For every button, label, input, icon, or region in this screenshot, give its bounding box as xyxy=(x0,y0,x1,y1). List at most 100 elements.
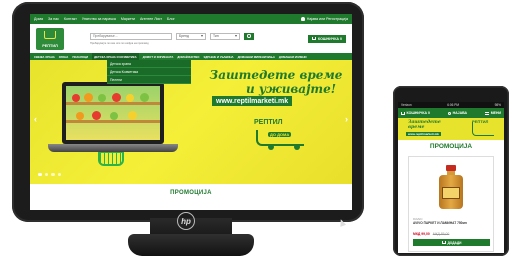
carousel-dot[interactable] xyxy=(57,172,61,176)
hero-banner[interactable]: Детска храна Детска Козметика Пелени Заш… xyxy=(30,60,352,184)
nav-item-other[interactable]: ДОМАШНИ ИЗЛЕНИ xyxy=(279,55,307,59)
mobile-cart-label: КОШНИЧКА 0 xyxy=(406,111,430,115)
search-hint: Пребарувајте по име или по шифра на прои… xyxy=(90,41,149,45)
cart-wheel xyxy=(268,144,274,150)
search-icon xyxy=(247,34,251,38)
type-select[interactable]: Тип xyxy=(210,32,240,40)
produce xyxy=(72,94,80,102)
hp-logo-icon: hp xyxy=(177,212,195,230)
hero-url: www.reptilmarketi.mk xyxy=(212,96,293,106)
nav-item-pets[interactable]: ДОМАШНИ МИЛЕНИЧИЊА xyxy=(238,55,275,59)
topbar-link-blog[interactable]: Блог xyxy=(167,17,175,21)
logo-cart-icon xyxy=(44,30,56,39)
promo-title: ПРОМОЦИЈА xyxy=(170,190,212,196)
monitor-stand-base xyxy=(128,234,254,256)
product-card[interactable]: RAVEN AVIVO ПАРКЕТ И ЛАМИНАТ 750мл МКД 9… xyxy=(408,156,494,252)
desktop-monitor: Дома За нас Контакт Упатство за нарачка … xyxy=(12,2,364,222)
nav-item-food[interactable]: ХРАНА xyxy=(59,55,69,59)
site-logo[interactable]: РЕПТИЛ xyxy=(36,27,64,50)
bottle-label xyxy=(442,187,460,199)
shopping-basket-icon xyxy=(98,152,124,166)
top-bar: Дома За нас Контакт Упатство за нарачка … xyxy=(30,14,352,24)
price-old: МКД 85,00 xyxy=(432,232,450,236)
topbar-link-flyer[interactable]: Агентен Лист xyxy=(140,17,162,21)
cart-icon xyxy=(441,241,446,244)
topbar-link-contact[interactable]: Контакт xyxy=(64,17,77,21)
carousel-dot[interactable] xyxy=(38,172,42,176)
chevron-down-icon xyxy=(235,35,237,37)
produce xyxy=(126,94,134,102)
promo-section: ПРОМОЦИЈА xyxy=(30,184,352,210)
dropdown-item-diapers[interactable]: Пелени xyxy=(107,76,191,84)
carousel-dots xyxy=(38,172,61,176)
carrier-label: Verizon xyxy=(401,103,412,107)
brand-select-label: Бренд xyxy=(179,34,189,38)
hamburger-icon xyxy=(485,111,490,115)
produce xyxy=(98,94,106,102)
carousel-next-arrow-icon[interactable]: › xyxy=(345,114,348,124)
nav-item-household[interactable]: ДОМАЌИНСТВО xyxy=(177,55,199,59)
topbar-link-order-guide[interactable]: Упатство за нарачка xyxy=(82,17,116,21)
mobile-banner[interactable]: Заштедете време www.reptilmarketi.mk РЕП… xyxy=(398,118,504,140)
mobile-cart-logo-icon xyxy=(472,122,494,136)
topbar-link-about[interactable]: За нас xyxy=(48,17,59,21)
search-button[interactable] xyxy=(244,32,254,40)
nav-item-baby[interactable]: ДЕТСКА ХРАНА И КОЗМЕТИКА xyxy=(92,53,139,60)
shelf xyxy=(66,120,160,123)
time-label: 6:06 PM xyxy=(447,103,460,107)
hero-logo: РЕПТИЛ ДО ДОМА xyxy=(254,116,314,152)
slogan-line-2: и уживајте! xyxy=(245,82,337,96)
search-input[interactable] xyxy=(90,32,172,40)
cart-icon xyxy=(401,111,405,115)
category-dropdown: Детска храна Детска Козметика Пелени xyxy=(107,60,191,84)
laptop-screen xyxy=(62,82,164,144)
mobile-slogan: Заштедете време xyxy=(408,120,441,130)
add-to-cart-button[interactable]: ДОДАДИ xyxy=(413,239,490,246)
product-price: МКД 99,00 МКД 85,00 xyxy=(413,232,449,236)
cart-wheel xyxy=(294,144,300,150)
logo-text: РЕПТИЛ xyxy=(42,43,58,48)
site-header: РЕПТИЛ Бренд Тип xyxy=(30,24,352,53)
account-link[interactable]: Најава или Регистрација xyxy=(300,17,348,21)
topbar-link-home[interactable]: Дома xyxy=(34,17,43,21)
cart-label: КОШНИЧКА 0 xyxy=(317,36,342,41)
mobile-promo-title: ПРОМОЦИЈА xyxy=(429,142,473,150)
add-to-cart-label: ДОДАДИ xyxy=(447,240,462,245)
dropdown-item-baby-cosmetics[interactable]: Детска Козметика xyxy=(107,68,191,76)
hero-slogan: Заштедете време и уживајте! xyxy=(206,68,346,96)
account-label: Најава или Регистрација xyxy=(306,17,348,21)
search-area: Бренд Тип Пребарувајте по име или по шиф… xyxy=(90,32,254,45)
mobile-cart-button[interactable]: КОШНИЧКА 0 xyxy=(401,111,430,115)
mobile-login-button[interactable]: НАЈАВА xyxy=(448,111,467,115)
produce xyxy=(92,111,101,120)
nav-item-fresh-food[interactable]: СВЕЖА ХРАНА xyxy=(34,55,55,59)
slogan-line-1: Заштедете време xyxy=(209,68,343,82)
mobile-menu-label: МЕНИ xyxy=(490,111,501,115)
product-image xyxy=(439,165,463,209)
nav-item-home-hygiene[interactable]: ДОМОТ И ХИГИЕНАТА xyxy=(143,55,174,59)
nav-item-drinks[interactable]: ПИЈАЛОЦИ xyxy=(72,55,88,59)
type-select-label: Тип xyxy=(213,34,219,38)
category-nav: СВЕЖА ХРАНА ХРАНА ПИЈАЛОЦИ ДЕТСКА ХРАНА … xyxy=(30,53,352,60)
produce xyxy=(112,93,121,102)
carousel-prev-arrow-icon[interactable]: ‹ xyxy=(34,114,37,124)
hero-laptop-image xyxy=(48,82,178,166)
mobile-phone: Verizon 6:06 PM 98% КОШНИЧКА 0 НАЈАВА МЕ… xyxy=(393,86,509,256)
user-icon xyxy=(300,17,305,21)
mobile-screen: Verizon 6:06 PM 98% КОШНИЧКА 0 НАЈАВА МЕ… xyxy=(398,102,504,253)
nav-item-health-beauty[interactable]: ЗДРАВЈЕ И УБАВИНА xyxy=(203,55,233,59)
price-new: МКД 99,00 xyxy=(413,232,430,236)
laptop-shelves xyxy=(66,86,160,140)
topbar-link-markets[interactable]: Маркети xyxy=(121,17,135,21)
mobile-slogan-line-2: време xyxy=(408,125,425,130)
product-name[interactable]: AVIVO ПАРКЕТ И ЛАМИНАТ 750мл xyxy=(413,221,491,225)
carousel-dot[interactable] xyxy=(51,172,55,176)
carousel-dot[interactable] xyxy=(44,172,48,176)
mobile-menu-button[interactable]: МЕНИ xyxy=(485,111,501,115)
cart-button[interactable]: КОШНИЧКА 0 xyxy=(307,34,346,43)
brand-select[interactable]: Бренд xyxy=(176,32,206,40)
user-icon xyxy=(448,111,452,115)
mobile-login-label: НАЈАВА xyxy=(452,111,468,115)
produce xyxy=(76,112,84,120)
dropdown-item-baby-food[interactable]: Детска храна xyxy=(107,60,191,68)
